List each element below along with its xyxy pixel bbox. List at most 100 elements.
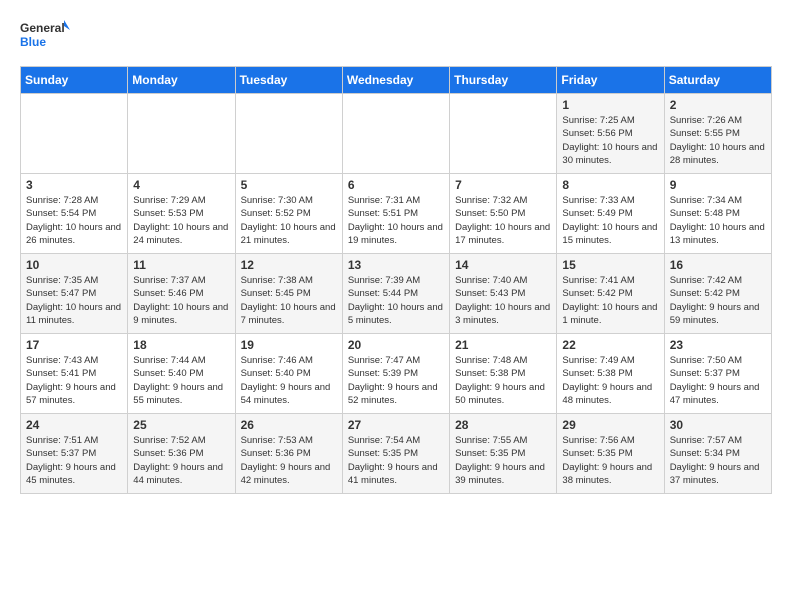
day-info: Sunrise: 7:55 AM Sunset: 5:35 PM Dayligh… (455, 434, 551, 487)
day-number: 11 (133, 258, 229, 272)
calendar-cell: 20 Sunrise: 7:47 AM Sunset: 5:39 PM Dayli… (342, 334, 449, 414)
day-number: 25 (133, 418, 229, 432)
calendar-week-5: 24 Sunrise: 7:51 AM Sunset: 5:37 PM Dayli… (21, 414, 772, 494)
calendar-cell: 11 Sunrise: 7:37 AM Sunset: 5:46 PM Dayli… (128, 254, 235, 334)
day-number: 30 (670, 418, 766, 432)
day-number: 1 (562, 98, 658, 112)
calendar-week-2: 3Sunrise: 7:28 AM Sunset: 5:54 PM Daylig… (21, 174, 772, 254)
calendar-cell: 18 Sunrise: 7:44 AM Sunset: 5:40 PM Dayli… (128, 334, 235, 414)
calendar-cell: 3Sunrise: 7:28 AM Sunset: 5:54 PM Daylig… (21, 174, 128, 254)
logo-svg: General Blue (20, 16, 70, 56)
calendar-cell (21, 94, 128, 174)
day-info: Sunrise: 7:48 AM Sunset: 5:38 PM Dayligh… (455, 354, 551, 407)
day-info: Sunrise: 7:51 AM Sunset: 5:37 PM Dayligh… (26, 434, 122, 487)
day-number: 18 (133, 338, 229, 352)
calendar-table: SundayMondayTuesdayWednesdayThursdayFrid… (20, 66, 772, 494)
day-info: Sunrise: 7:42 AM Sunset: 5:42 PM Dayligh… (670, 274, 766, 327)
calendar-cell: 15 Sunrise: 7:41 AM Sunset: 5:42 PM Dayli… (557, 254, 664, 334)
day-number: 2 (670, 98, 766, 112)
calendar-cell: 27 Sunrise: 7:54 AM Sunset: 5:35 PM Dayli… (342, 414, 449, 494)
calendar-header-row: SundayMondayTuesdayWednesdayThursdayFrid… (21, 67, 772, 94)
day-info: Sunrise: 7:28 AM Sunset: 5:54 PM Dayligh… (26, 194, 122, 247)
calendar-cell (450, 94, 557, 174)
header-friday: Friday (557, 67, 664, 94)
calendar-cell: 25Sunrise: 7:52 AM Sunset: 5:36 PM Dayli… (128, 414, 235, 494)
calendar-cell: 7 Sunrise: 7:32 AM Sunset: 5:50 PM Daylig… (450, 174, 557, 254)
calendar-cell: 6 Sunrise: 7:31 AM Sunset: 5:51 PM Daylig… (342, 174, 449, 254)
calendar-cell: 1 Sunrise: 7:25 AM Sunset: 5:56 PM Daylig… (557, 94, 664, 174)
day-number: 6 (348, 178, 444, 192)
day-info: Sunrise: 7:44 AM Sunset: 5:40 PM Dayligh… (133, 354, 229, 407)
calendar-cell: 26 Sunrise: 7:53 AM Sunset: 5:36 PM Dayli… (235, 414, 342, 494)
calendar-week-1: 1 Sunrise: 7:25 AM Sunset: 5:56 PM Daylig… (21, 94, 772, 174)
day-number: 10 (26, 258, 122, 272)
day-number: 7 (455, 178, 551, 192)
day-number: 29 (562, 418, 658, 432)
day-number: 26 (241, 418, 337, 432)
day-info: Sunrise: 7:37 AM Sunset: 5:46 PM Dayligh… (133, 274, 229, 327)
day-info: Sunrise: 7:41 AM Sunset: 5:42 PM Dayligh… (562, 274, 658, 327)
svg-text:Blue: Blue (20, 35, 46, 49)
calendar-cell: 5 Sunrise: 7:30 AM Sunset: 5:52 PM Daylig… (235, 174, 342, 254)
calendar-cell (235, 94, 342, 174)
day-number: 14 (455, 258, 551, 272)
calendar-cell: 23 Sunrise: 7:50 AM Sunset: 5:37 PM Dayli… (664, 334, 771, 414)
calendar-cell: 2 Sunrise: 7:26 AM Sunset: 5:55 PM Daylig… (664, 94, 771, 174)
day-number: 20 (348, 338, 444, 352)
calendar-cell: 29Sunrise: 7:56 AM Sunset: 5:35 PM Dayli… (557, 414, 664, 494)
calendar-cell: 22 Sunrise: 7:49 AM Sunset: 5:38 PM Dayli… (557, 334, 664, 414)
day-number: 5 (241, 178, 337, 192)
day-number: 22 (562, 338, 658, 352)
day-info: Sunrise: 7:43 AM Sunset: 5:41 PM Dayligh… (26, 354, 122, 407)
day-number: 28 (455, 418, 551, 432)
day-info: Sunrise: 7:32 AM Sunset: 5:50 PM Dayligh… (455, 194, 551, 247)
header-monday: Monday (128, 67, 235, 94)
day-info: Sunrise: 7:54 AM Sunset: 5:35 PM Dayligh… (348, 434, 444, 487)
day-info: Sunrise: 7:57 AM Sunset: 5:34 PM Dayligh… (670, 434, 766, 487)
day-number: 23 (670, 338, 766, 352)
calendar-cell: 9Sunrise: 7:34 AM Sunset: 5:48 PM Daylig… (664, 174, 771, 254)
day-number: 16 (670, 258, 766, 272)
header-saturday: Saturday (664, 67, 771, 94)
day-number: 27 (348, 418, 444, 432)
day-info: Sunrise: 7:31 AM Sunset: 5:51 PM Dayligh… (348, 194, 444, 247)
day-number: 17 (26, 338, 122, 352)
calendar-cell: 10Sunrise: 7:35 AM Sunset: 5:47 PM Dayli… (21, 254, 128, 334)
day-number: 12 (241, 258, 337, 272)
calendar-cell: 30 Sunrise: 7:57 AM Sunset: 5:34 PM Dayli… (664, 414, 771, 494)
header-sunday: Sunday (21, 67, 128, 94)
day-info: Sunrise: 7:26 AM Sunset: 5:55 PM Dayligh… (670, 114, 766, 167)
header-tuesday: Tuesday (235, 67, 342, 94)
day-number: 21 (455, 338, 551, 352)
day-number: 15 (562, 258, 658, 272)
day-number: 9 (670, 178, 766, 192)
day-info: Sunrise: 7:33 AM Sunset: 5:49 PM Dayligh… (562, 194, 658, 247)
day-info: Sunrise: 7:47 AM Sunset: 5:39 PM Dayligh… (348, 354, 444, 407)
calendar-cell: 12 Sunrise: 7:38 AM Sunset: 5:45 PM Dayli… (235, 254, 342, 334)
day-number: 13 (348, 258, 444, 272)
calendar-cell: 16 Sunrise: 7:42 AM Sunset: 5:42 PM Dayli… (664, 254, 771, 334)
header-wednesday: Wednesday (342, 67, 449, 94)
day-info: Sunrise: 7:30 AM Sunset: 5:52 PM Dayligh… (241, 194, 337, 247)
calendar-cell: 19Sunrise: 7:46 AM Sunset: 5:40 PM Dayli… (235, 334, 342, 414)
calendar-cell: 8 Sunrise: 7:33 AM Sunset: 5:49 PM Daylig… (557, 174, 664, 254)
calendar-week-4: 17 Sunrise: 7:43 AM Sunset: 5:41 PM Dayli… (21, 334, 772, 414)
calendar-cell (342, 94, 449, 174)
svg-text:General: General (20, 21, 65, 35)
day-info: Sunrise: 7:49 AM Sunset: 5:38 PM Dayligh… (562, 354, 658, 407)
calendar-cell: 14Sunrise: 7:40 AM Sunset: 5:43 PM Dayli… (450, 254, 557, 334)
day-number: 19 (241, 338, 337, 352)
day-info: Sunrise: 7:25 AM Sunset: 5:56 PM Dayligh… (562, 114, 658, 167)
calendar-cell (128, 94, 235, 174)
calendar-cell: 21 Sunrise: 7:48 AM Sunset: 5:38 PM Dayli… (450, 334, 557, 414)
calendar-week-3: 10Sunrise: 7:35 AM Sunset: 5:47 PM Dayli… (21, 254, 772, 334)
day-info: Sunrise: 7:53 AM Sunset: 5:36 PM Dayligh… (241, 434, 337, 487)
calendar-cell: 13Sunrise: 7:39 AM Sunset: 5:44 PM Dayli… (342, 254, 449, 334)
day-info: Sunrise: 7:38 AM Sunset: 5:45 PM Dayligh… (241, 274, 337, 327)
day-info: Sunrise: 7:50 AM Sunset: 5:37 PM Dayligh… (670, 354, 766, 407)
day-number: 24 (26, 418, 122, 432)
calendar-cell: 28 Sunrise: 7:55 AM Sunset: 5:35 PM Dayli… (450, 414, 557, 494)
header-thursday: Thursday (450, 67, 557, 94)
header: General Blue (20, 16, 772, 56)
day-number: 8 (562, 178, 658, 192)
